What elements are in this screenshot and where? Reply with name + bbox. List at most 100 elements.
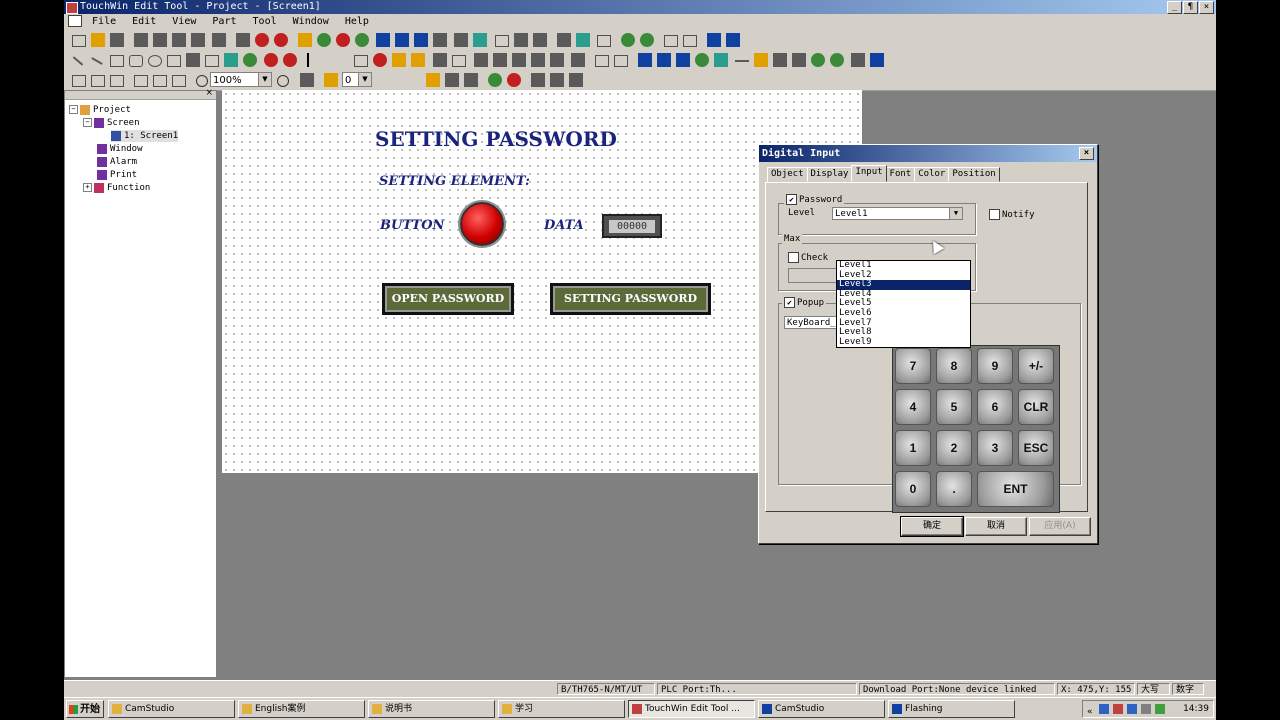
sampling-icon[interactable] [657, 53, 671, 67]
tree-node-alarm[interactable]: Alarm [97, 156, 137, 168]
bar-graph-icon[interactable] [474, 53, 488, 67]
dialog-close-button[interactable]: × [1079, 147, 1094, 160]
lamp-icon[interactable] [298, 33, 312, 47]
transfer-icon[interactable] [576, 33, 590, 47]
indicator-lamp[interactable] [460, 202, 504, 246]
chevron-down-icon[interactable]: ▼ [358, 73, 371, 86]
keypad-icon[interactable] [433, 53, 447, 67]
align-center-icon[interactable] [91, 75, 105, 87]
ellipse-icon[interactable] [148, 55, 162, 67]
align-icon[interactable] [664, 35, 678, 47]
bring-front-icon[interactable] [426, 73, 440, 87]
online-icon[interactable] [621, 33, 635, 47]
brush-icon[interactable] [283, 53, 297, 67]
screen-icon[interactable] [597, 35, 611, 47]
group-icon[interactable] [464, 73, 478, 87]
download-icon[interactable] [550, 73, 564, 87]
apply-button[interactable]: 应用(A) [1029, 517, 1091, 536]
tab-display[interactable]: Display [806, 167, 853, 182]
tool-icon[interactable] [851, 53, 865, 67]
menu-help[interactable]: Help [345, 14, 369, 30]
tree-node-screen[interactable]: − Screen [83, 117, 140, 129]
meter-icon[interactable] [414, 33, 428, 47]
speaker-icon[interactable] [392, 53, 406, 67]
compile-icon[interactable] [531, 73, 545, 87]
tab-font[interactable]: Font [885, 167, 916, 182]
chevron-down-icon[interactable]: ▼ [949, 208, 962, 219]
menu-view[interactable]: View [172, 14, 196, 30]
tab-position[interactable]: Position [948, 167, 1000, 182]
minimize-button[interactable]: _ [1167, 1, 1182, 14]
io-icon[interactable] [571, 53, 585, 67]
help-icon[interactable] [212, 33, 226, 47]
tree-node-project[interactable]: − Project [69, 104, 131, 116]
tree-node-function[interactable]: + Function [83, 182, 150, 194]
volume-icon[interactable] [1141, 704, 1151, 714]
window-icon[interactable] [495, 35, 509, 47]
rotate-select[interactable]: 0 ▼ [342, 72, 372, 87]
hand-icon[interactable] [324, 73, 338, 87]
tree-node-screen1[interactable]: 1: Screen1 [111, 130, 179, 142]
task-english[interactable]: English案例 [238, 700, 365, 718]
menu-tool[interactable]: Tool [253, 14, 277, 30]
display-icon[interactable] [395, 33, 409, 47]
text-icon[interactable] [236, 33, 250, 47]
menu-file[interactable]: File [92, 14, 116, 30]
network-icon[interactable] [1099, 704, 1109, 714]
tree-node-print[interactable]: Print [97, 169, 137, 181]
task-flashing[interactable]: Flashing [888, 700, 1015, 718]
menu-part[interactable]: Part [212, 14, 236, 30]
display-tray-icon[interactable] [1127, 704, 1137, 714]
input-method-icon[interactable] [1155, 704, 1165, 714]
start-button[interactable]: 开始 [66, 700, 104, 718]
cancel-button[interactable]: 取消 [965, 517, 1027, 536]
upload-icon[interactable] [569, 73, 583, 87]
network-icon[interactable] [640, 33, 654, 47]
input-field-icon[interactable] [493, 53, 507, 67]
copy-icon[interactable] [153, 33, 167, 47]
save-icon[interactable] [110, 33, 124, 47]
table-grid-icon[interactable] [754, 53, 768, 67]
ok-button[interactable]: 确定 [900, 516, 964, 537]
tree-node-window[interactable]: Window [97, 143, 143, 155]
chart-icon[interactable] [707, 33, 721, 47]
xy-graph-icon[interactable] [638, 53, 652, 67]
check-checkbox[interactable]: Check [786, 252, 831, 263]
input-icon[interactable] [376, 33, 390, 47]
history-icon[interactable] [676, 53, 690, 67]
switch-icon[interactable] [354, 55, 368, 67]
undo-icon[interactable] [191, 33, 205, 47]
extension-icon[interactable] [870, 53, 884, 67]
ascii-icon[interactable] [512, 53, 526, 67]
dynamic-icon[interactable] [550, 53, 564, 67]
library-icon[interactable] [243, 53, 257, 67]
menu-edit[interactable]: Edit [132, 14, 156, 30]
alarm-icon[interactable] [533, 33, 547, 47]
recipe-table-icon[interactable] [714, 53, 728, 67]
indicator-icon[interactable] [336, 33, 350, 47]
align-right-icon[interactable] [110, 75, 124, 87]
level-option[interactable]: Level9 [837, 337, 970, 348]
align-bottom-icon[interactable] [172, 75, 186, 87]
arc-icon[interactable] [91, 57, 103, 65]
meter-gauge-icon[interactable] [531, 53, 545, 67]
notify-checkbox[interactable]: Notify [987, 209, 1037, 220]
new-file-icon[interactable] [72, 35, 86, 47]
chevron-down-icon[interactable]: ▼ [258, 73, 271, 86]
task-camstudio-app[interactable]: CamStudio [758, 700, 885, 718]
sheet-icon[interactable] [830, 53, 844, 67]
task-touchwin[interactable]: TouchWin Edit Tool ... [628, 700, 755, 718]
task-manual[interactable]: 说明书 [368, 700, 495, 718]
align-left-icon[interactable] [72, 75, 86, 87]
close-icon[interactable]: × [205, 88, 213, 98]
button-icon[interactable] [317, 33, 331, 47]
grid-icon[interactable] [683, 35, 697, 47]
bar-icon[interactable] [473, 33, 487, 47]
clock-icon[interactable] [514, 33, 528, 47]
data-group-icon[interactable] [695, 53, 709, 67]
level-select[interactable]: Level1 ▼ [832, 207, 963, 220]
image-icon[interactable] [224, 53, 238, 67]
collapse-icon[interactable]: − [83, 118, 92, 127]
rectangle-icon[interactable] [110, 55, 124, 67]
fill-icon[interactable] [186, 53, 200, 67]
